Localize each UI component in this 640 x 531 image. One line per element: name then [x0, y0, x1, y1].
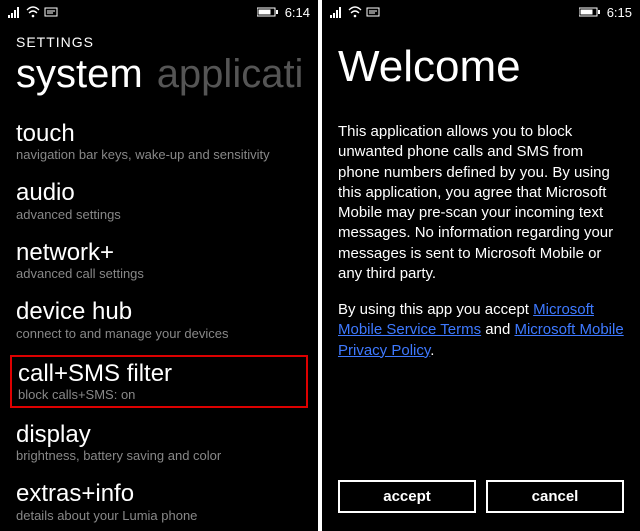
cancel-button[interactable]: cancel — [486, 480, 624, 513]
terms-mid: and — [481, 321, 514, 338]
item-title: device hub — [16, 299, 302, 325]
item-title: network+ — [16, 240, 302, 266]
page-header: SETTINGS — [16, 34, 302, 50]
settings-item-call-sms-filter[interactable]: call+SMS filter block calls+SMS: on — [10, 355, 308, 408]
item-title: call+SMS filter — [18, 361, 300, 387]
clock: 6:14 — [285, 5, 310, 20]
item-subtitle: navigation bar keys, wake-up and sensiti… — [16, 147, 302, 162]
item-subtitle: connect to and manage your devices — [16, 326, 302, 341]
battery-icon — [579, 7, 601, 17]
item-subtitle: advanced settings — [16, 207, 302, 222]
item-subtitle: block calls+SMS: on — [18, 387, 300, 402]
terms-prefix: By using this app you accept — [338, 301, 533, 318]
message-icon — [366, 6, 380, 18]
clock: 6:15 — [607, 5, 632, 20]
item-subtitle: brightness, battery saving and color — [16, 448, 302, 463]
status-bar: 6:15 — [322, 0, 640, 24]
item-title: touch — [16, 121, 302, 147]
accept-button[interactable]: accept — [338, 480, 476, 513]
pivot-tabs: system applicati — [16, 52, 302, 97]
item-subtitle: advanced call settings — [16, 266, 302, 281]
welcome-title: Welcome — [338, 42, 624, 92]
wifi-icon — [26, 6, 40, 18]
terms-text: By using this app you accept Microsoft M… — [338, 300, 624, 361]
settings-item-audio[interactable]: audio advanced settings — [16, 180, 302, 221]
signal-icon — [8, 6, 22, 18]
battery-icon — [257, 7, 279, 17]
signal-icon — [330, 6, 344, 18]
settings-list: touch navigation bar keys, wake-up and s… — [16, 121, 302, 523]
settings-item-network[interactable]: network+ advanced call settings — [16, 240, 302, 281]
settings-item-device-hub[interactable]: device hub connect to and manage your de… — [16, 299, 302, 340]
message-icon — [44, 6, 58, 18]
pivot-applications[interactable]: applicati — [157, 52, 302, 97]
welcome-screen: 6:15 Welcome This application allows you… — [322, 0, 640, 531]
item-title: audio — [16, 180, 302, 206]
status-bar: 6:14 — [0, 0, 318, 24]
settings-screen: 6:14 SETTINGS system applicati touch nav… — [0, 0, 318, 531]
settings-item-touch[interactable]: touch navigation bar keys, wake-up and s… — [16, 121, 302, 162]
settings-item-extras-info[interactable]: extras+info details about your Lumia pho… — [16, 481, 302, 522]
welcome-body: This application allows you to block unw… — [338, 122, 624, 284]
settings-item-display[interactable]: display brightness, battery saving and c… — [16, 422, 302, 463]
wifi-icon — [348, 6, 362, 18]
item-subtitle: details about your Lumia phone — [16, 508, 302, 523]
pivot-system[interactable]: system — [16, 52, 143, 97]
button-row: accept cancel — [338, 480, 624, 513]
item-title: extras+info — [16, 481, 302, 507]
item-title: display — [16, 422, 302, 448]
terms-suffix: . — [430, 342, 434, 359]
